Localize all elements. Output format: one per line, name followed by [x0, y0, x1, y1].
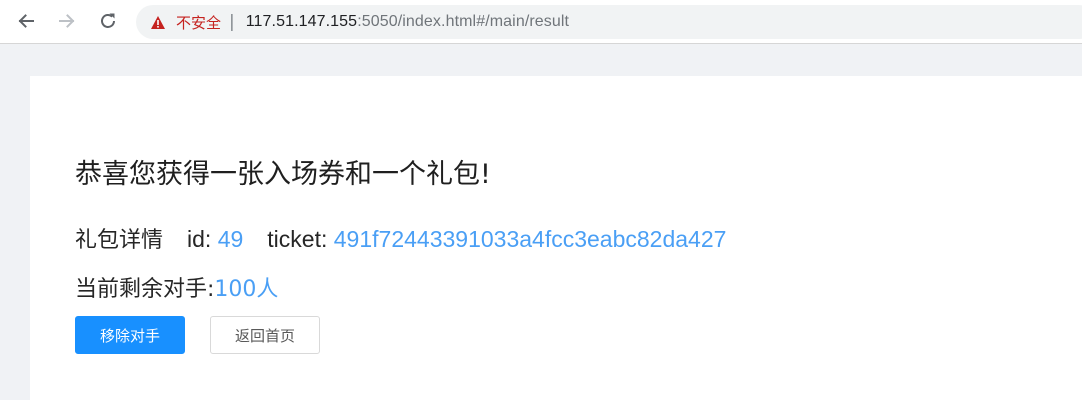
reload-icon: [101, 13, 115, 28]
id-key: id:: [187, 226, 218, 252]
gift-details-label: 礼包详情: [75, 228, 164, 253]
back-button[interactable]: [14, 9, 38, 33]
warning-triangle-icon: [150, 14, 166, 30]
remaining-label: 当前剩余对手:: [75, 277, 215, 302]
reload-button[interactable]: [96, 9, 120, 33]
forward-arrow-icon: [59, 14, 75, 28]
security-status[interactable]: 不安全: [176, 12, 221, 33]
page-title: 恭喜您获得一张入场券和一个礼包!: [75, 159, 491, 190]
back-home-button[interactable]: 返回首页: [210, 316, 320, 354]
result-card: 恭喜您获得一张入场券和一个礼包! 礼包详情 id: 49 ticket: 491f7…: [30, 76, 1082, 400]
ticket-key: ticket:: [267, 226, 334, 252]
remove-opponent-button[interactable]: 移除对手: [75, 316, 185, 354]
gift-details-row: 礼包详情 id: 49 ticket: 491f72443391033a4fcc3e…: [75, 222, 726, 254]
id-value: 49: [217, 226, 244, 252]
remaining-opponents-row: 当前剩余对手:100人: [75, 271, 278, 303]
url-text[interactable]: 117.51.147.155:5050/index.html#/main/res…: [246, 13, 569, 31]
browser-toolbar: 不安全 | 117.51.147.155:5050/index.html#/ma…: [0, 0, 1082, 44]
back-arrow-icon: [18, 14, 34, 28]
url-path: :5050/index.html#/main/result: [357, 13, 570, 30]
address-separator: |: [229, 12, 235, 32]
ticket-value: 491f72443391033a4fcc3eabc82da427: [333, 226, 727, 252]
url-host: 117.51.147.155: [245, 13, 358, 30]
remaining-value: 100人: [214, 277, 279, 302]
address-bar[interactable]: 不安全 | 117.51.147.155:5050/index.html#/ma…: [136, 5, 1082, 39]
forward-button[interactable]: [55, 9, 79, 33]
